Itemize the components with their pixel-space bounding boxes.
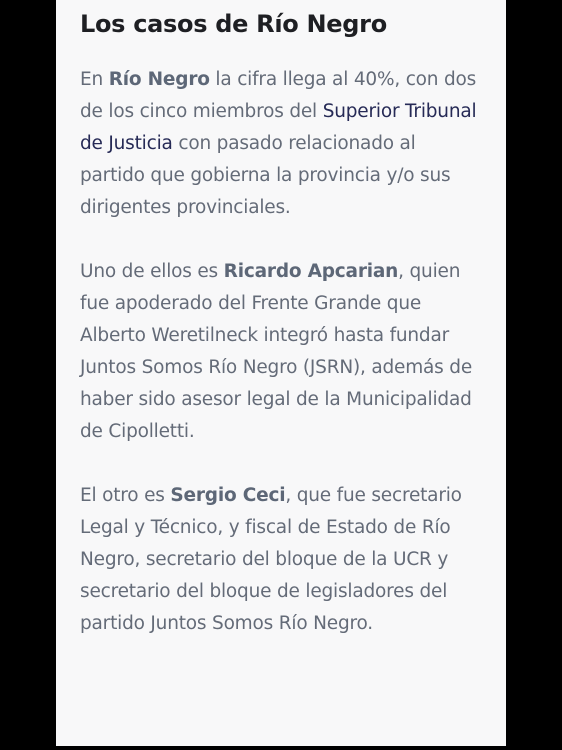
bold-sergio-ceci: Sergio Ceci — [170, 485, 286, 506]
bold-ricardo-apcarian: Ricardo Apcarian — [223, 261, 399, 282]
paragraph-2: Uno de ellos es Ricardo Apcarian, quien … — [80, 256, 482, 448]
article-card: Los casos de Río Negro En Río Negro la c… — [56, 0, 506, 746]
section-heading: Los casos de Río Negro — [80, 10, 387, 38]
paragraph-1: En Río Negro la cifra llega al 40%, con … — [80, 64, 482, 224]
paragraph-1-text-a: En — [80, 69, 109, 90]
paragraph-2-text-a: Uno de ellos es — [80, 261, 224, 282]
bold-rio-negro: Río Negro — [108, 69, 210, 90]
paragraph-2-text-b: , quien fue apoderado del Frente Grande … — [80, 261, 473, 442]
paragraph-3: El otro es Sergio Ceci, que fue secretar… — [80, 480, 482, 640]
paragraph-3-text-b: , que fue secretario Legal y Técnico, y … — [80, 485, 462, 634]
paragraph-3-text-a: El otro es — [80, 485, 171, 506]
